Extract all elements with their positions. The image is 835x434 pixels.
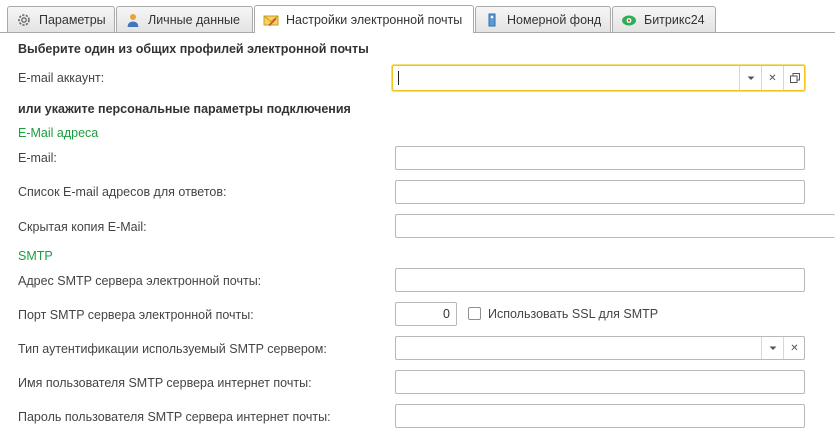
profile-section-heading: Выберите один из общих профилей электрон…	[18, 42, 369, 56]
tab-email-settings[interactable]: Настройки электронной почты	[254, 5, 474, 33]
tab-personal-data[interactable]: Личные данные	[116, 6, 253, 32]
tab-label: Номерной фонд	[507, 12, 602, 27]
smtp-server-field[interactable]	[395, 268, 805, 292]
clear-button[interactable]: ✕	[783, 337, 805, 359]
tab-label: Битрикс24	[644, 12, 705, 27]
dropdown-button[interactable]	[739, 66, 761, 90]
smtp-password-label: Пароль пользователя SMTP сервера интерне…	[18, 410, 331, 424]
close-icon: ✕	[768, 72, 777, 84]
email-field[interactable]	[395, 146, 805, 170]
tab-bitrix24[interactable]: Битрикс24	[612, 6, 716, 32]
reply-list-field[interactable]	[395, 180, 805, 204]
email-group-title: E-Mail адреса	[18, 126, 99, 140]
reply-list-label: Список E-mail адресов для ответов:	[18, 185, 227, 199]
email-label: E-mail:	[18, 151, 57, 165]
clear-button[interactable]: ✕	[761, 66, 783, 90]
tab-room-fund[interactable]: Номерной фонд	[475, 6, 611, 32]
email-account-select[interactable]: ✕	[392, 65, 805, 91]
smtp-server-label: Адрес SMTP сервера электронной почты:	[18, 274, 262, 288]
chevron-down-icon	[747, 76, 754, 80]
bitrix24-logo-icon	[622, 15, 636, 25]
mail-icon	[263, 15, 279, 26]
smtp-auth-label: Тип аутентификации используемый SMTP сер…	[18, 342, 327, 356]
email-account-label: E-mail аккаунт:	[18, 71, 105, 85]
bcc-field[interactable]	[395, 214, 835, 238]
smtp-port-field[interactable]: 0	[395, 302, 457, 326]
tab-bar: Параметры Личные данные Настройки электр…	[0, 0, 835, 34]
smtp-user-label: Имя пользователя SMTP сервера интернет п…	[18, 376, 312, 390]
user-icon	[127, 13, 139, 27]
tab-label: Настройки электронной почты	[286, 12, 463, 27]
smtp-group-title: SMTP	[18, 249, 53, 263]
ssl-checkbox-label[interactable]: Использовать SSL для SMTP	[488, 307, 658, 321]
text-cursor	[398, 71, 399, 85]
close-icon: ✕	[790, 342, 799, 354]
smtp-password-field[interactable]	[395, 404, 805, 428]
personal-section-heading: или укажите персональные параметры подкл…	[18, 102, 351, 116]
tab-parameters[interactable]: Параметры	[7, 6, 115, 32]
ssl-checkbox[interactable]	[468, 307, 481, 320]
tab-label: Личные данные	[148, 12, 240, 27]
dropdown-button[interactable]	[761, 337, 783, 359]
door-tag-icon	[488, 13, 496, 26]
smtp-user-field[interactable]	[395, 370, 805, 394]
tab-label: Параметры	[39, 12, 106, 27]
gear-icon	[18, 13, 30, 26]
open-button[interactable]	[783, 66, 805, 90]
smtp-auth-select[interactable]: ✕	[395, 336, 805, 360]
bcc-label: Скрытая копия E-Mail:	[18, 220, 147, 234]
email-settings-panel: Выберите один из общих профилей электрон…	[0, 33, 835, 434]
open-window-icon	[789, 73, 800, 83]
smtp-port-label: Порт SMTP сервера электронной почты:	[18, 308, 254, 322]
chevron-down-icon	[769, 346, 776, 350]
